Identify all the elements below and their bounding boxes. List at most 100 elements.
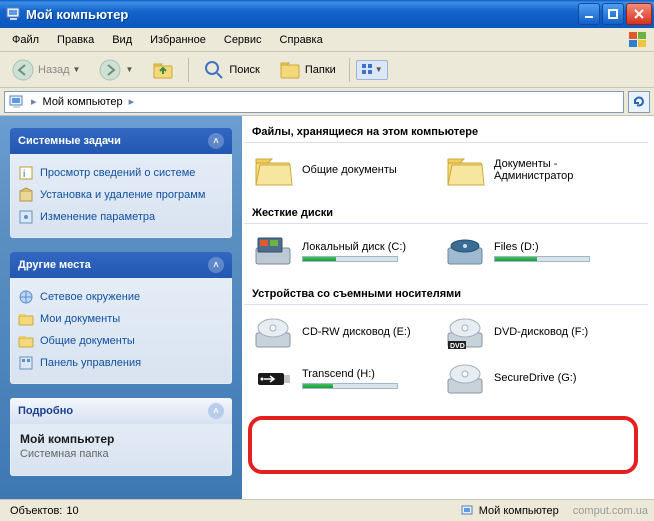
status-objects-count: 10: [66, 505, 78, 517]
system-tasks-panel: Системные задачи ˄ i Просмотр сведений о…: [10, 128, 232, 238]
item-label: Transcend (H:): [302, 368, 398, 380]
nav-forward-button[interactable]: ▼: [91, 54, 140, 86]
item-label: Общие документы: [302, 164, 397, 176]
item-drive-c[interactable]: Локальный диск (C:): [252, 230, 432, 272]
view-icon: [361, 63, 375, 77]
arrow-right-icon: [98, 58, 122, 82]
menu-help[interactable]: Справка: [272, 31, 331, 49]
address-bar: ▸ Мой компьютер ▸: [0, 88, 654, 116]
my-computer-icon: [9, 94, 25, 110]
search-button[interactable]: Поиск: [195, 54, 266, 86]
search-icon: [202, 58, 226, 82]
panel-header[interactable]: Другие места ˄: [10, 252, 232, 278]
panel-header[interactable]: Подробно ˄: [10, 398, 232, 424]
folders-icon: [278, 58, 302, 82]
content-pane: Файлы, хранящиеся на этом компьютере Общ…: [242, 116, 654, 499]
hdd-icon: [252, 230, 294, 272]
usage-bar: [494, 256, 590, 262]
nav-up-button[interactable]: [144, 54, 182, 86]
place-label: Общие документы: [40, 335, 135, 347]
maximize-button[interactable]: [602, 3, 624, 25]
item-cdrw-drive[interactable]: CD-RW дисковод (E:): [252, 311, 432, 353]
task-system-info[interactable]: i Просмотр сведений о системе: [18, 162, 224, 184]
folder-up-icon: [151, 58, 175, 82]
folder-icon: [252, 149, 294, 191]
item-label: CD-RW дисковод (E:): [302, 326, 411, 338]
optical-drive-icon: DVD: [444, 311, 486, 353]
menu-bar: Файл Правка Вид Избранное Сервис Справка: [0, 28, 654, 52]
task-change-setting[interactable]: Изменение параметра: [18, 206, 224, 228]
status-bar: Объектов: 10 Мой компьютер comput.com.ua: [0, 499, 654, 521]
item-shared-documents[interactable]: Общие документы: [252, 149, 432, 191]
svg-text:i: i: [23, 169, 25, 180]
folders-button[interactable]: Папки: [271, 54, 343, 86]
usage-bar: [302, 383, 398, 389]
breadcrumb-separator-icon: ▸: [129, 95, 135, 108]
item-label: Files (D:): [494, 241, 590, 253]
network-icon: [18, 289, 34, 305]
menu-view[interactable]: Вид: [104, 31, 140, 49]
my-computer-icon: [6, 6, 22, 22]
view-selector[interactable]: ▼: [356, 60, 388, 80]
folders-label: Папки: [305, 64, 336, 76]
nav-back-button[interactable]: Назад ▼: [4, 54, 87, 86]
task-add-remove-programs[interactable]: Установка и удаление программ: [18, 184, 224, 206]
chevron-up-icon: ˄: [208, 403, 224, 419]
refresh-button[interactable]: [628, 91, 650, 113]
task-label: Просмотр сведений о системе: [40, 167, 195, 179]
hdd-icon: [444, 230, 486, 272]
folder-icon: [444, 149, 486, 191]
item-label: DVD-дисковод (F:): [494, 326, 588, 338]
nav-back-label: Назад: [38, 64, 70, 76]
details-type: Системная папка: [20, 448, 222, 460]
address-box[interactable]: ▸ Мой компьютер ▸: [4, 91, 624, 113]
title-bar: Мой компьютер: [0, 0, 654, 28]
item-label: Локальный диск (C:): [302, 241, 406, 253]
close-button[interactable]: [626, 3, 652, 25]
item-dvd-drive[interactable]: DVD DVD-дисковод (F:): [444, 311, 624, 353]
highlight-annotation: [248, 416, 638, 474]
status-objects: Объектов: 10: [6, 505, 83, 517]
place-label: Мои документы: [40, 313, 120, 325]
item-label: Документы - Администратор: [494, 158, 624, 182]
panel-title: Системные задачи: [18, 135, 121, 147]
panel-title: Подробно: [18, 405, 73, 417]
optical-drive-icon: [252, 311, 294, 353]
section-hard-drives: Жесткие диски: [244, 197, 648, 224]
details-panel: Подробно ˄ Мой компьютер Системная папка: [10, 398, 232, 476]
window-title: Мой компьютер: [26, 7, 578, 22]
search-label: Поиск: [229, 64, 259, 76]
place-label: Сетевое окружение: [40, 291, 140, 303]
item-admin-documents[interactable]: Документы - Администратор: [444, 149, 624, 191]
item-drive-d[interactable]: Files (D:): [444, 230, 624, 272]
item-securedrive[interactable]: SecureDrive (G:): [444, 357, 624, 399]
menu-file[interactable]: Файл: [4, 31, 47, 49]
dropdown-icon: ▼: [125, 65, 133, 74]
item-label: SecureDrive (G:): [494, 372, 577, 384]
my-computer-icon: [461, 504, 475, 518]
status-objects-label: Объектов:: [10, 505, 62, 517]
place-my-documents[interactable]: Мои документы: [18, 308, 224, 330]
panel-header[interactable]: Системные задачи ˄: [10, 128, 232, 154]
breadcrumb-root[interactable]: Мой компьютер: [43, 96, 123, 108]
status-location-label: Мой компьютер: [479, 505, 559, 517]
other-places-panel: Другие места ˄ Сетевое окружение Мои док…: [10, 252, 232, 384]
info-icon: i: [18, 165, 34, 181]
menu-service[interactable]: Сервис: [216, 31, 270, 49]
refresh-icon: [632, 95, 646, 109]
chevron-up-icon: ˄: [208, 133, 224, 149]
svg-text:DVD: DVD: [450, 343, 465, 350]
place-shared-documents[interactable]: Общие документы: [18, 330, 224, 352]
dropdown-icon: ▼: [73, 65, 81, 74]
chevron-up-icon: ˄: [208, 257, 224, 273]
menu-edit[interactable]: Правка: [49, 31, 102, 49]
details-name: Мой компьютер: [20, 432, 222, 446]
dropdown-icon: ▼: [375, 65, 383, 74]
place-control-panel[interactable]: Панель управления: [18, 352, 224, 374]
menu-favorites[interactable]: Избранное: [142, 31, 214, 49]
minimize-button[interactable]: [578, 3, 600, 25]
item-usb-transcend[interactable]: Transcend (H:): [252, 357, 432, 399]
status-location: Мой компьютер: [457, 504, 563, 518]
panel-title: Другие места: [18, 259, 91, 271]
place-network[interactable]: Сетевое окружение: [18, 286, 224, 308]
